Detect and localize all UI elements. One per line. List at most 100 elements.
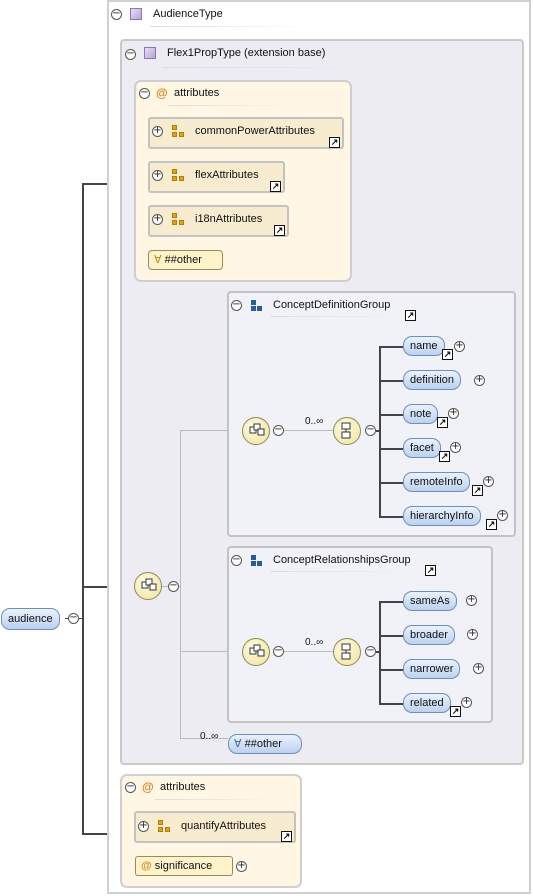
attribute-group-label: commonPowerAttributes <box>195 125 315 137</box>
element-label: hierarchyInfo <box>410 510 474 522</box>
element-label: remoteInfo <box>410 476 463 488</box>
any-attribute-label: ##other <box>164 254 202 266</box>
forall-icon: ∀ <box>154 254 162 266</box>
expand-toggle-common-power[interactable]: + <box>152 126 163 137</box>
choice-compositor[interactable] <box>134 572 162 600</box>
link-icon[interactable]: ↗ <box>281 831 292 842</box>
expand-toggle[interactable]: + <box>473 663 484 674</box>
collapse-toggle-root[interactable]: − <box>68 613 79 624</box>
link-icon[interactable]: ↗ <box>270 181 281 192</box>
collapse-toggle-seq2-inner[interactable]: − <box>365 646 376 657</box>
attributes-at-icon: @ <box>156 86 168 100</box>
link-icon[interactable]: ↗ <box>442 349 453 360</box>
attributes-bottom-label: attributes <box>160 781 206 793</box>
attribute-significance[interactable]: @ significance <box>135 856 233 876</box>
forall-icon: ∀ <box>234 738 242 750</box>
group2-label: ConceptRelationshipsGroup <box>273 554 411 566</box>
expand-toggle[interactable]: + <box>483 476 494 487</box>
expand-toggle-significance[interactable]: + <box>236 861 247 872</box>
collapse-toggle-attributes-bottom[interactable]: − <box>125 782 136 793</box>
expand-toggle[interactable]: + <box>466 595 477 606</box>
complex-type-label: AudienceType <box>153 8 223 20</box>
attribute-group-label: flexAttributes <box>195 169 259 181</box>
element-label: definition <box>410 374 455 386</box>
expand-toggle[interactable]: + <box>448 408 459 419</box>
group1-label: ConceptDefinitionGroup <box>273 299 391 311</box>
attribute-group-icon <box>172 213 184 225</box>
sequence-compositor[interactable] <box>242 417 270 445</box>
collapse-toggle-choice[interactable]: − <box>168 581 179 592</box>
expand-toggle[interactable]: + <box>467 629 478 640</box>
group-icon <box>251 555 263 567</box>
sequence-compositor-inner[interactable] <box>333 638 361 666</box>
element-sameas[interactable]: sameAs <box>403 591 457 611</box>
element-label: facet <box>410 442 434 454</box>
attribute-group-label: quantifyAttributes <box>181 820 266 832</box>
element-hierarchyinfo[interactable]: hierarchyInfo <box>403 506 481 526</box>
element-label: sameAs <box>410 595 450 607</box>
element-related[interactable]: related <box>403 693 451 713</box>
sequence-line <box>284 651 334 652</box>
element-label: note <box>410 408 432 420</box>
element-remoteinfo[interactable]: remoteInfo <box>403 472 470 492</box>
collapse-toggle-extension[interactable]: − <box>125 49 136 60</box>
link-icon[interactable]: ↗ <box>450 706 461 717</box>
link-icon[interactable]: ↗ <box>486 519 497 530</box>
element-note[interactable]: note <box>403 404 439 424</box>
element-label: broader <box>410 629 448 641</box>
attribute-group-icon <box>158 820 170 832</box>
collapse-toggle-group1[interactable]: − <box>231 300 242 311</box>
any-element-other[interactable]: ∀ ##other <box>228 734 302 754</box>
element-label: related <box>410 697 444 709</box>
element-label: name <box>410 340 438 352</box>
collapse-toggle-seq1[interactable]: − <box>273 425 284 436</box>
expand-toggle[interactable]: + <box>497 510 508 521</box>
group-icon <box>251 300 263 312</box>
root-connector <box>82 183 84 835</box>
extension-icon <box>144 47 156 59</box>
group2-cardinality: 0..∞ <box>305 637 324 648</box>
element-narrower[interactable]: narrower <box>403 659 461 679</box>
link-icon[interactable]: ↗ <box>329 137 340 148</box>
expand-toggle[interactable]: + <box>474 375 485 386</box>
group1-cardinality: 0..∞ <box>305 416 324 427</box>
attribute-at-icon: @ <box>141 860 152 872</box>
link-icon[interactable]: ↗ <box>439 451 450 462</box>
attribute-group-icon <box>172 169 184 181</box>
element-broader[interactable]: broader <box>403 625 455 645</box>
element-name[interactable]: name <box>403 336 445 356</box>
attribute-group-icon <box>172 125 184 137</box>
any-attribute-other[interactable]: ∀ ##other <box>148 250 223 270</box>
expand-toggle-quantify[interactable]: + <box>138 821 149 832</box>
element-label: narrower <box>410 663 454 675</box>
element-definition[interactable]: definition <box>403 370 462 390</box>
element-facet[interactable]: facet <box>403 438 441 458</box>
collapse-toggle-seq2[interactable]: − <box>273 646 284 657</box>
expand-toggle-flex[interactable]: + <box>152 170 163 181</box>
collapse-toggle-type[interactable]: − <box>111 9 122 20</box>
complex-type-icon <box>130 8 142 20</box>
collapse-toggle-group2[interactable]: − <box>231 555 242 566</box>
expand-toggle-i18n[interactable]: + <box>152 214 163 225</box>
attribute-group-label: i18nAttributes <box>195 213 263 225</box>
expand-toggle[interactable]: + <box>461 697 472 708</box>
expand-toggle[interactable]: + <box>454 341 465 352</box>
attribute-label: significance <box>154 860 213 872</box>
collapse-toggle-seq1-inner[interactable]: − <box>365 425 376 436</box>
attributes-top-label: attributes <box>174 87 220 99</box>
any-element-label: ##other <box>244 738 282 750</box>
collapse-toggle-attributes-top[interactable]: − <box>139 88 150 99</box>
root-element-label: audience <box>8 613 53 625</box>
link-icon[interactable]: ↗ <box>274 225 285 236</box>
link-icon[interactable]: ↗ <box>425 565 436 576</box>
link-icon[interactable]: ↗ <box>472 485 483 496</box>
extension-label: Flex1PropType (extension base) <box>167 47 326 59</box>
root-element-audience[interactable]: audience <box>1 608 60 630</box>
group-concept-definition <box>227 291 516 537</box>
expand-toggle[interactable]: + <box>450 442 461 453</box>
link-icon[interactable]: ↗ <box>437 417 448 428</box>
branch-line <box>379 346 381 516</box>
any-element-cardinality: 0..∞ <box>200 731 219 742</box>
sequence-compositor-inner[interactable] <box>333 417 361 445</box>
sequence-compositor[interactable] <box>242 638 270 666</box>
